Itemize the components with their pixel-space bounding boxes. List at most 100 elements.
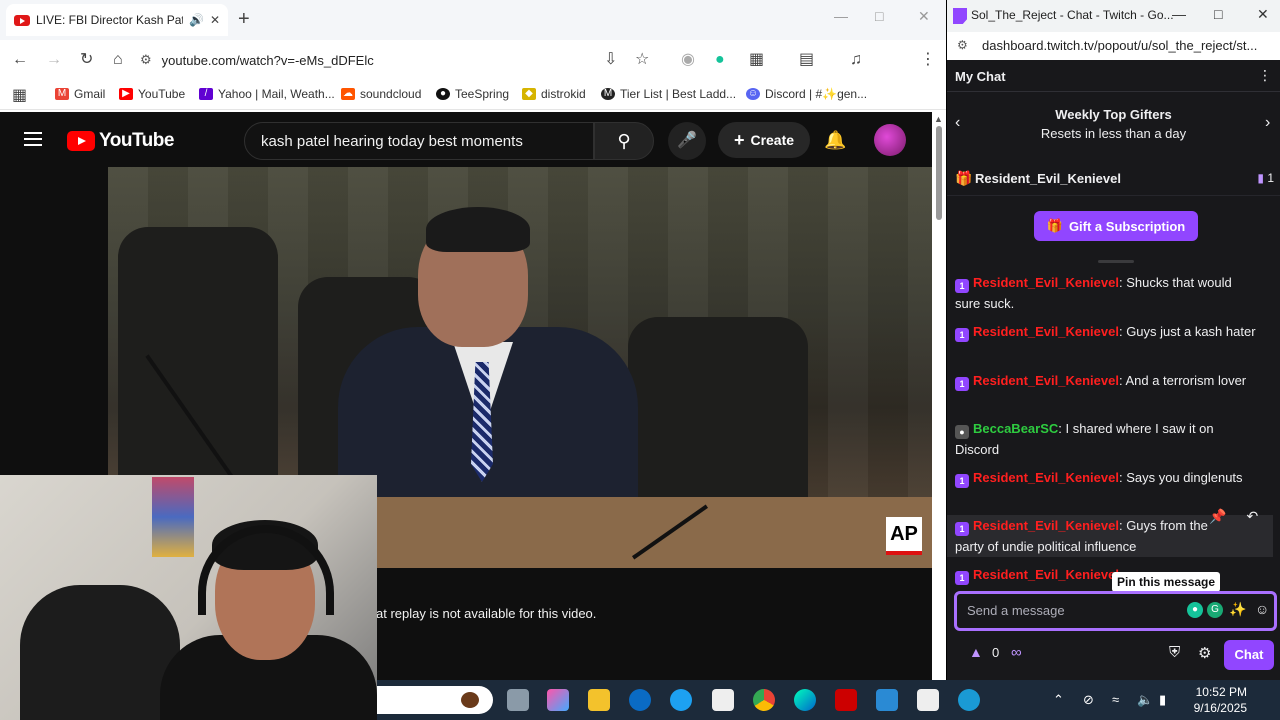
search-icon[interactable]: ⚲ bbox=[594, 122, 654, 160]
chat-message[interactable]: ● BeccaBearSC: I shared where I saw it on… bbox=[955, 418, 1257, 460]
gear-icon[interactable]: ⚙ bbox=[1198, 644, 1211, 662]
youtube-header: YouTube kash patel hearing today best mo… bbox=[0, 112, 932, 168]
close-window-icon[interactable]: ✕ bbox=[1257, 6, 1269, 23]
shield-icon[interactable]: ⛨ bbox=[1169, 644, 1180, 661]
reload-icon[interactable]: ↻ bbox=[80, 50, 93, 70]
reply-icon[interactable]: ↶ bbox=[1246, 508, 1258, 525]
chat-message[interactable]: 1 Resident_Evil_Kenievel: Guys just a kas… bbox=[955, 321, 1257, 342]
chevron-right-icon[interactable]: › bbox=[1265, 114, 1270, 132]
app-icon[interactable] bbox=[670, 689, 692, 711]
guitar-icon bbox=[461, 692, 479, 708]
menu-kebab-icon[interactable]: ⋮ bbox=[920, 50, 936, 70]
chat-replay-note: at replay is not available for this vide… bbox=[376, 606, 597, 621]
bookmark-gmail[interactable]: M Gmail bbox=[55, 87, 105, 101]
more-options-icon[interactable]: ⋮ bbox=[1258, 67, 1272, 84]
youtube-logo[interactable]: YouTube bbox=[67, 130, 174, 152]
media-control-icon[interactable]: ♫ bbox=[850, 50, 862, 70]
new-tab-button[interactable]: + bbox=[238, 8, 250, 30]
gift-icon: 🎁 bbox=[955, 170, 973, 186]
tray-muted-icon[interactable]: ⊘ bbox=[1083, 692, 1094, 708]
top-gifter-row[interactable]: 🎁 Resident_Evil_Kenievel ▮ 1 bbox=[947, 162, 1280, 196]
address-bar[interactable]: ⚙ youtube.com/watch?v=-eMs_dDFElc bbox=[140, 44, 590, 76]
document-icon[interactable] bbox=[712, 689, 734, 711]
system-clock[interactable]: 10:52 PM 9/16/2025 bbox=[1185, 684, 1247, 716]
youtube-play-logo-icon bbox=[67, 131, 95, 151]
gift-subscription-button[interactable]: 🎁 Gift a Subscription bbox=[1034, 211, 1198, 241]
bookmark-distrokid[interactable]: ◆ distrokid bbox=[522, 87, 586, 101]
infinity-points-icon[interactable]: ∞ bbox=[1011, 644, 1022, 661]
grammarly-icon[interactable]: ● bbox=[715, 50, 725, 70]
network-app-icon[interactable] bbox=[958, 689, 980, 711]
bookmark-teespring[interactable]: ● TeeSpring bbox=[436, 87, 509, 101]
tray-chevron-icon[interactable]: ⌃ bbox=[1053, 692, 1064, 708]
scroll-up-icon[interactable]: ▲ bbox=[934, 114, 943, 124]
chrome-icon[interactable] bbox=[753, 689, 775, 711]
tab-search-icon[interactable]: ▤ bbox=[799, 50, 814, 70]
chat-message[interactable]: 1 Resident_Evil_Kenievel: Shucks that wou… bbox=[955, 272, 1257, 314]
forward-icon[interactable]: → bbox=[46, 50, 62, 70]
home-icon[interactable]: ⌂ bbox=[113, 50, 123, 70]
chat-message-input[interactable]: Send a message ● G ✨ ☺ bbox=[954, 591, 1277, 631]
volume-icon[interactable]: 🔈 bbox=[1137, 692, 1153, 708]
site-info-icon[interactable]: ⚙ bbox=[957, 38, 968, 52]
close-tab-icon[interactable]: ✕ bbox=[210, 13, 220, 27]
grammarly-icon[interactable]: ● bbox=[1187, 602, 1203, 618]
chat-message[interactable]: 1 Resident_Evil_Kenievel: Says you dingle… bbox=[955, 467, 1257, 488]
camera-icon[interactable]: ◉ bbox=[681, 50, 695, 70]
teespring-icon: ● bbox=[436, 88, 450, 100]
youtube-search-input[interactable]: kash patel hearing today best moments bbox=[244, 122, 594, 160]
divider-grip[interactable] bbox=[1098, 260, 1134, 263]
tab-youtube-live[interactable]: LIVE: FBI Director Kash Pate 🔊 ✕ bbox=[6, 4, 228, 36]
notifications-bell-icon[interactable]: 🔔 bbox=[824, 130, 846, 151]
twitch-address-bar[interactable]: ⚙ dashboard.twitch.tv/popout/u/sol_the_r… bbox=[947, 32, 1280, 60]
tier-list-icon: M bbox=[601, 88, 615, 100]
hamburger-menu-icon[interactable] bbox=[24, 132, 42, 146]
site-info-icon[interactable]: ⚙ bbox=[140, 52, 152, 68]
emoji-icon[interactable]: ☺ bbox=[1255, 601, 1269, 617]
gmail-icon: M bbox=[55, 88, 69, 100]
page-scrollbar[interactable]: ▲ ▼ bbox=[932, 112, 946, 720]
minimize-icon[interactable]: — bbox=[1172, 6, 1186, 22]
edge-icon[interactable] bbox=[794, 689, 816, 711]
bookmark-tier-list[interactable]: M Tier List | Best Ladd... bbox=[601, 87, 736, 101]
mcafee-icon[interactable] bbox=[835, 689, 857, 711]
minimize-icon[interactable]: — bbox=[834, 8, 848, 24]
hp-icon[interactable] bbox=[629, 689, 651, 711]
back-icon[interactable]: ← bbox=[12, 50, 28, 70]
sub-badge-icon: ▮ bbox=[1257, 171, 1264, 185]
pin-icon[interactable]: 📌 bbox=[1209, 508, 1226, 525]
chat-send-button[interactable]: Chat bbox=[1224, 640, 1274, 670]
scrollbar-thumb[interactable] bbox=[936, 126, 942, 220]
maximize-icon[interactable]: □ bbox=[875, 8, 883, 24]
distrokid-icon: ◆ bbox=[522, 88, 536, 100]
grammarly-g-icon[interactable]: G bbox=[1207, 602, 1223, 618]
photos-icon[interactable] bbox=[876, 689, 898, 711]
task-view-icon[interactable] bbox=[507, 689, 529, 711]
twitch-favicon-icon bbox=[953, 8, 967, 24]
file-explorer-icon[interactable] bbox=[588, 689, 610, 711]
copilot-icon[interactable] bbox=[547, 689, 569, 711]
notepad-icon[interactable] bbox=[917, 689, 939, 711]
bookmark-yahoo[interactable]: / Yahoo | Mail, Weath... bbox=[199, 87, 335, 101]
speaker-icon[interactable]: 🔊 bbox=[189, 13, 204, 27]
maximize-icon[interactable]: □ bbox=[1214, 6, 1222, 22]
bookmark-discord[interactable]: ☺ Discord | #✨gen... bbox=[746, 87, 867, 101]
bookmark-star-icon[interactable]: ☆ bbox=[635, 50, 649, 70]
youtube-avatar[interactable] bbox=[874, 124, 906, 156]
subscriber-badge-icon: 1 bbox=[955, 474, 969, 488]
bookmark-soundcloud[interactable]: ☁ soundcloud bbox=[341, 87, 421, 101]
bookmark-youtube[interactable]: ▶ YouTube bbox=[119, 87, 185, 101]
sparkle-icon[interactable]: ✨ bbox=[1229, 601, 1246, 618]
taskbar-search[interactable] bbox=[377, 686, 493, 714]
channel-points-icon[interactable]: ▲ bbox=[969, 644, 983, 660]
microphone-icon[interactable]: 🎤 bbox=[668, 122, 706, 160]
windows-taskbar: ⌃ ⊘ ≈ 🔈 ▮ 10:52 PM 9/16/2025 bbox=[377, 680, 1280, 720]
wifi-icon[interactable]: ≈ bbox=[1112, 692, 1119, 707]
create-button[interactable]: + Create bbox=[718, 122, 810, 158]
install-app-icon[interactable]: ⇩ bbox=[604, 50, 617, 70]
chat-message[interactable]: 1 Resident_Evil_Kenievel: And a terrorism… bbox=[955, 370, 1257, 391]
battery-icon[interactable]: ▮ bbox=[1159, 692, 1166, 708]
apps-grid-icon[interactable]: ▦ bbox=[12, 86, 27, 106]
close-window-icon[interactable]: ✕ bbox=[918, 8, 930, 25]
extensions-icon[interactable]: ▦ bbox=[749, 50, 764, 70]
